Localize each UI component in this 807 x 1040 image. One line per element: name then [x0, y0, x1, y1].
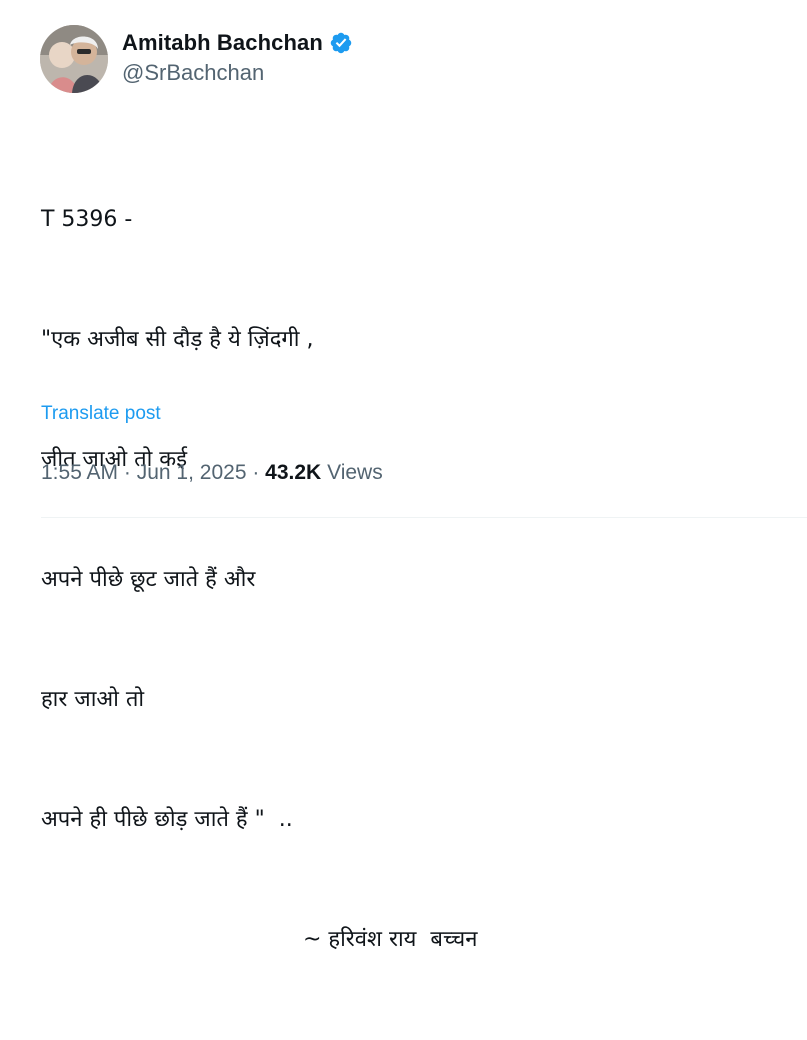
handle[interactable]: @SrBachchan — [122, 60, 353, 86]
views-count: 43.2K — [265, 461, 322, 484]
translate-post-link[interactable]: Translate post — [41, 403, 161, 425]
name-row: Amitabh Bachchan — [122, 28, 353, 58]
tweet-line: "एक अजीब सी दौड़ है ये ज़िंदगी , — [41, 327, 314, 352]
tweet-card: Amitabh Bachchan @SrBachchan T 5396 - "ए… — [0, 0, 807, 952]
author-block: Amitabh Bachchan @SrBachchan — [122, 28, 353, 86]
verified-badge-icon[interactable] — [329, 31, 353, 55]
tweet-line: हार जाओ तो — [41, 687, 145, 712]
tweet-signature: ~ हरिवंश राय बच्चन — [303, 927, 478, 952]
avatar[interactable] — [40, 25, 108, 93]
tweet-line: T 5396 - — [41, 207, 133, 232]
post-time[interactable]: 1:55 AM — [41, 461, 118, 484]
divider — [41, 517, 807, 518]
meta-separator: · — [118, 461, 137, 484]
tweet-meta: 1:55 AM · Jun 1, 2025 · 43.2K Views — [41, 461, 383, 485]
tweet-text: T 5396 - "एक अजीब सी दौड़ है ये ज़िंदगी … — [41, 120, 477, 1040]
tweet-line: अपने पीछे छूट जाते हैं और — [41, 567, 256, 592]
meta-separator: · — [246, 461, 266, 484]
tweet-line: अपने ही पीछे छोड़ जाते हैं " .. — [41, 807, 293, 832]
views-label: Views — [327, 461, 383, 484]
display-name[interactable]: Amitabh Bachchan — [122, 30, 323, 56]
post-date[interactable]: Jun 1, 2025 — [137, 461, 247, 484]
avatar-photo — [40, 25, 108, 93]
